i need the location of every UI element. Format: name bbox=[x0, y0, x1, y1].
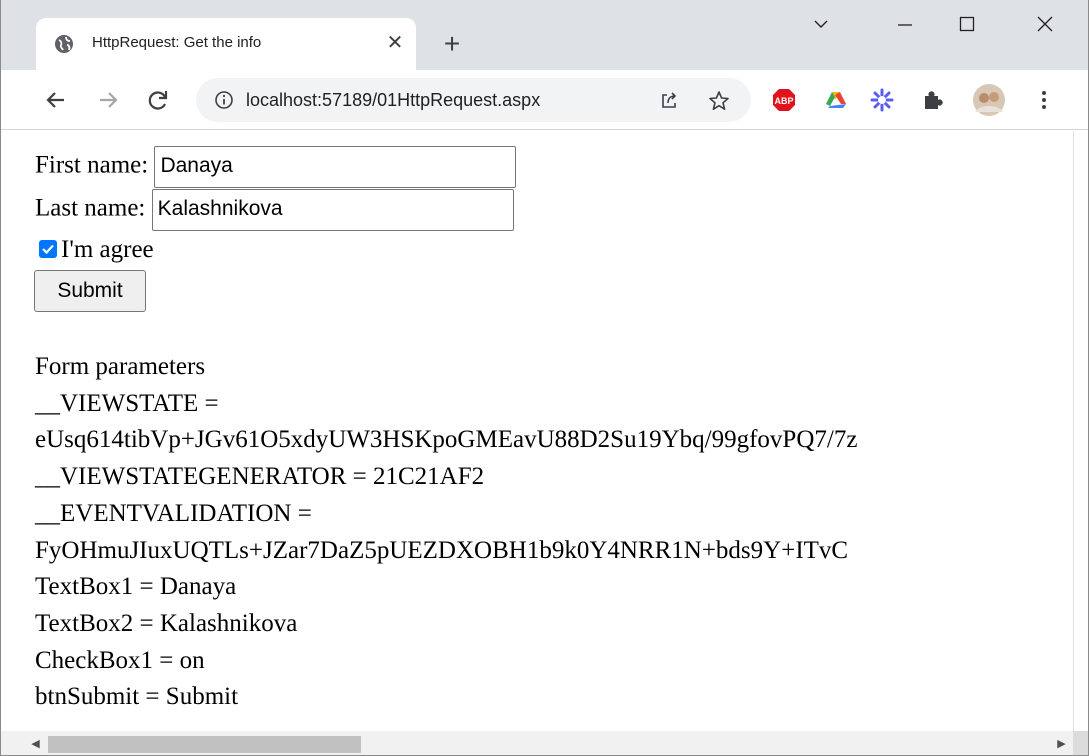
scroll-right-arrow-icon[interactable]: ▶ bbox=[1053, 736, 1070, 753]
google-drive-icon[interactable] bbox=[823, 87, 849, 113]
form-parameters-heading: Form parameters bbox=[35, 353, 206, 380]
scrollbar-corner bbox=[1073, 731, 1088, 755]
output-line: FyOHmuJIuxUQTLs+JZar7DaZ5pUEZDXOBH1b9k0Y… bbox=[35, 536, 849, 564]
share-icon[interactable] bbox=[658, 90, 680, 112]
output-line: btnSubmit = Submit bbox=[35, 683, 239, 711]
output-line: CheckBox1 = on bbox=[35, 646, 205, 674]
vertical-scrollbar[interactable] bbox=[1073, 131, 1088, 731]
url-text[interactable]: localhost:57189/01HttpRequest.aspx bbox=[246, 90, 540, 111]
horizontal-scroll-thumb[interactable] bbox=[48, 736, 361, 753]
tab-search-chevron-icon[interactable] bbox=[793, 0, 849, 56]
tab-title: HttpRequest: Get the info bbox=[92, 34, 262, 51]
window-close-icon[interactable] bbox=[1017, 0, 1073, 56]
first-name-label: First name: bbox=[35, 151, 149, 179]
agree-label[interactable]: I'm agree bbox=[61, 236, 154, 263]
back-arrow-icon[interactable] bbox=[41, 85, 71, 115]
toolbar: localhost:57189/01HttpRequest.aspx ABP bbox=[1, 70, 1088, 130]
scroll-left-arrow-icon[interactable]: ◀ bbox=[27, 736, 44, 753]
last-name-label: Last name: bbox=[35, 194, 146, 222]
tab-active[interactable]: HttpRequest: Get the info ✕ bbox=[36, 18, 416, 70]
reload-icon[interactable] bbox=[143, 85, 173, 115]
abp-icon[interactable]: ABP bbox=[771, 87, 797, 113]
form-parameters-output: Form parameters __VIEWSTATE = eUsq614tib… bbox=[35, 349, 857, 716]
output-line: eUsq614tibVp+JGv61O5xdyUW3HSKpoGMEavU88D… bbox=[35, 426, 858, 454]
address-bar[interactable]: localhost:57189/01HttpRequest.aspx bbox=[196, 78, 751, 122]
agree-row: I'm agree bbox=[35, 235, 154, 265]
output-line: TextBox2 = Kalashnikova bbox=[35, 609, 298, 637]
puzzle-icon[interactable] bbox=[919, 87, 945, 113]
browser-window: HttpRequest: Get the info ✕ + localhost:… bbox=[0, 0, 1089, 756]
output-line: __VIEWSTATE = bbox=[35, 389, 219, 417]
kebab-menu-icon[interactable] bbox=[1031, 87, 1057, 113]
submit-button[interactable]: Submit bbox=[34, 270, 146, 312]
last-name-input[interactable]: Kalashnikova bbox=[151, 189, 514, 231]
minimize-icon[interactable] bbox=[877, 0, 933, 56]
page-content: First name: Danaya Last name: Kalashniko… bbox=[1, 131, 1073, 731]
horizontal-scrollbar[interactable]: ◀ ▶ bbox=[1, 731, 1073, 755]
svg-text:ABP: ABP bbox=[774, 96, 793, 106]
info-icon[interactable] bbox=[214, 90, 234, 110]
globe-icon bbox=[54, 34, 74, 54]
profile-avatar[interactable] bbox=[973, 84, 1005, 116]
first-name-row: First name: Danaya bbox=[35, 146, 517, 188]
tab-strip: HttpRequest: Get the info ✕ + bbox=[1, 0, 1088, 70]
first-name-input[interactable]: Danaya bbox=[154, 146, 517, 188]
star-icon[interactable] bbox=[707, 89, 731, 113]
forward-arrow-icon[interactable] bbox=[93, 85, 123, 115]
asterisk-extension-icon[interactable] bbox=[869, 87, 895, 113]
output-line: TextBox1 = Danaya bbox=[35, 573, 237, 601]
plus-icon[interactable]: + bbox=[437, 30, 467, 60]
close-icon[interactable]: ✕ bbox=[382, 30, 408, 56]
last-name-row: Last name: Kalashnikova bbox=[35, 189, 514, 231]
agree-checkbox[interactable] bbox=[39, 240, 57, 259]
output-line: __EVENTVALIDATION = bbox=[35, 499, 312, 527]
maximize-icon[interactable] bbox=[939, 0, 995, 56]
output-line: __VIEWSTATEGENERATOR = 21C21AF2 bbox=[35, 463, 485, 491]
